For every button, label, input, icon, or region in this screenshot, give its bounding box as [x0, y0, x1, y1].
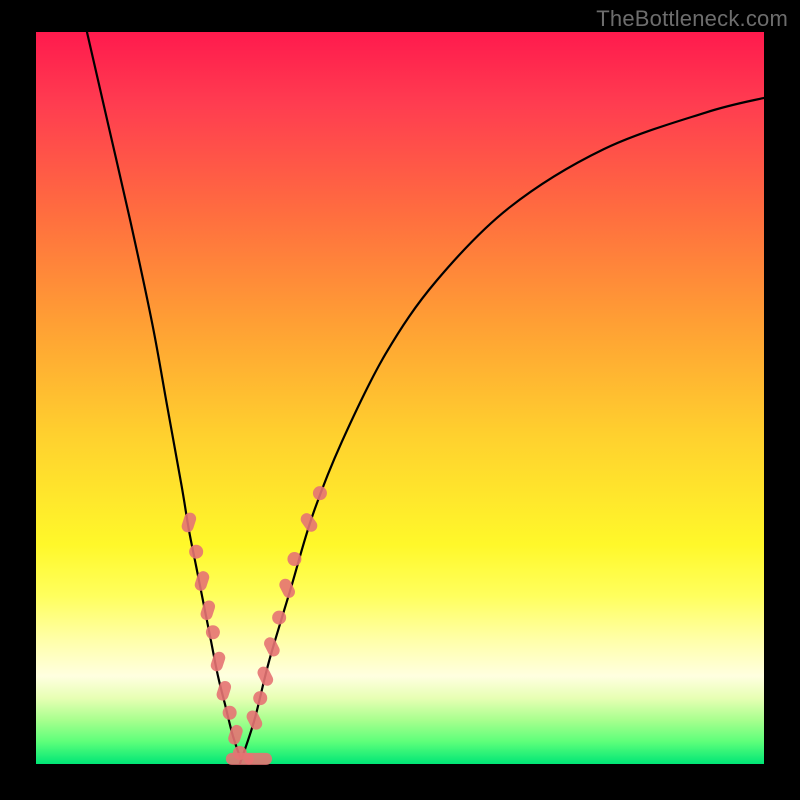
- data-marker: [272, 611, 286, 625]
- watermark-text: TheBottleneck.com: [596, 6, 788, 32]
- data-marker: [298, 511, 319, 534]
- data-marker: [262, 635, 282, 658]
- data-marker: [206, 625, 220, 639]
- data-marker: [199, 599, 217, 622]
- data-marker: [180, 511, 198, 534]
- curve-right: [240, 98, 764, 764]
- data-marker: [253, 691, 267, 705]
- chart-frame: TheBottleneck.com: [0, 0, 800, 800]
- data-marker: [244, 753, 272, 765]
- data-marker: [227, 723, 245, 746]
- chart-svg: [36, 32, 764, 764]
- marker-layer: [180, 486, 327, 765]
- data-marker: [209, 650, 227, 673]
- data-marker: [245, 708, 265, 731]
- plot-area: [36, 32, 764, 764]
- data-marker: [193, 570, 211, 593]
- data-marker: [215, 679, 233, 702]
- data-marker: [223, 706, 237, 720]
- curve-left: [87, 32, 240, 757]
- data-marker: [255, 665, 275, 688]
- data-marker: [313, 486, 327, 500]
- data-marker: [189, 545, 203, 559]
- data-marker: [287, 552, 301, 566]
